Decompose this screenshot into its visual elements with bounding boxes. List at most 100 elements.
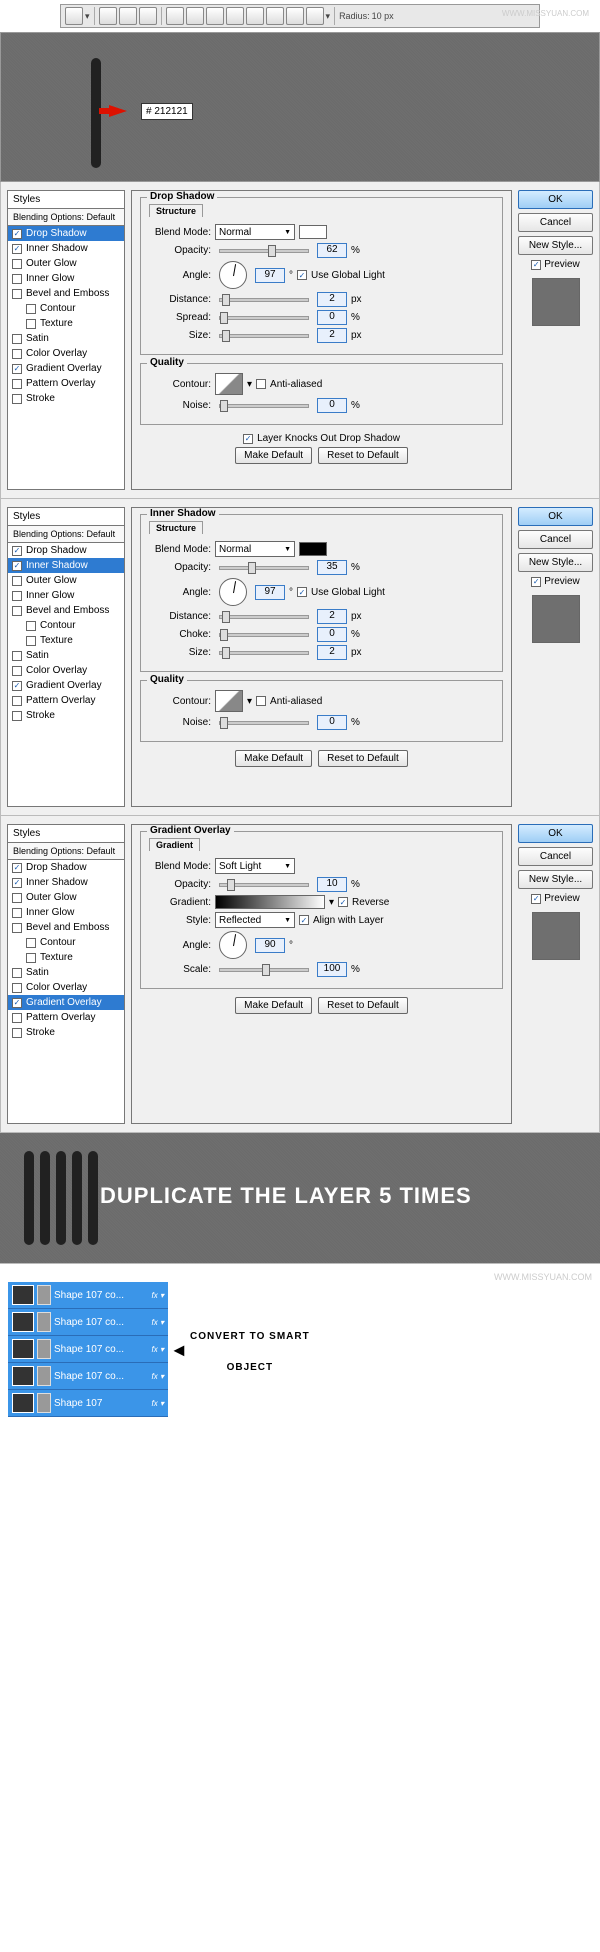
style-checkbox[interactable] bbox=[12, 1013, 22, 1023]
contour-picker[interactable] bbox=[215, 373, 243, 395]
tool-roundrect[interactable] bbox=[119, 7, 137, 25]
style-item-contour[interactable]: Contour bbox=[8, 935, 124, 950]
style-checkbox[interactable] bbox=[12, 259, 22, 269]
fx-badge[interactable]: fx ▾ bbox=[152, 1345, 164, 1354]
cancel-button[interactable]: Cancel bbox=[518, 847, 593, 866]
ok-button[interactable]: OK bbox=[518, 824, 593, 843]
size-slider[interactable] bbox=[219, 334, 309, 338]
style-item-pattern-overlay[interactable]: Pattern Overlay bbox=[8, 693, 124, 708]
style-checkbox[interactable] bbox=[26, 304, 36, 314]
style-checkbox[interactable] bbox=[12, 893, 22, 903]
shape-preset-button[interactable] bbox=[65, 7, 83, 25]
style-checkbox[interactable] bbox=[26, 319, 36, 329]
tool-rect[interactable] bbox=[99, 7, 117, 25]
blend-mode-select[interactable]: Normal▼ bbox=[215, 224, 295, 240]
style-checkbox[interactable] bbox=[12, 274, 22, 284]
style-item-inner-shadow[interactable]: Inner Shadow bbox=[8, 558, 124, 573]
opacity-slider[interactable] bbox=[219, 249, 309, 253]
style-checkbox[interactable] bbox=[12, 666, 22, 676]
gradient-picker[interactable] bbox=[215, 895, 325, 909]
style-item-gradient-overlay[interactable]: Gradient Overlay bbox=[8, 995, 124, 1010]
style-item-stroke[interactable]: Stroke bbox=[8, 708, 124, 723]
tool-roundrect2[interactable] bbox=[226, 7, 244, 25]
blending-options-header[interactable]: Blending Options: Default bbox=[8, 209, 124, 226]
noise-slider[interactable] bbox=[219, 404, 309, 408]
align-checkbox[interactable] bbox=[299, 915, 309, 925]
preview-checkbox[interactable] bbox=[531, 260, 541, 270]
style-item-inner-glow[interactable]: Inner Glow bbox=[8, 271, 124, 286]
distance-slider[interactable] bbox=[219, 298, 309, 302]
style-item-drop-shadow[interactable]: Drop Shadow bbox=[8, 543, 124, 558]
style-item-satin[interactable]: Satin bbox=[8, 965, 124, 980]
style-item-inner-glow[interactable]: Inner Glow bbox=[8, 588, 124, 603]
style-checkbox[interactable] bbox=[12, 591, 22, 601]
angle-dial[interactable] bbox=[219, 261, 247, 289]
style-item-stroke[interactable]: Stroke bbox=[8, 1025, 124, 1040]
new-style-button[interactable]: New Style... bbox=[518, 870, 593, 889]
new-style-button[interactable]: New Style... bbox=[518, 236, 593, 255]
styles-tab[interactable]: Styles bbox=[8, 191, 124, 209]
tool-line[interactable] bbox=[286, 7, 304, 25]
style-item-satin[interactable]: Satin bbox=[8, 331, 124, 346]
ok-button[interactable]: OK bbox=[518, 190, 593, 209]
layer-row[interactable]: Shape 107fx ▾ bbox=[8, 1390, 168, 1417]
style-checkbox[interactable] bbox=[12, 983, 22, 993]
style-item-gradient-overlay[interactable]: Gradient Overlay bbox=[8, 678, 124, 693]
tool-ellipse[interactable] bbox=[246, 7, 264, 25]
style-item-drop-shadow[interactable]: Drop Shadow bbox=[8, 226, 124, 241]
style-checkbox[interactable] bbox=[26, 953, 36, 963]
style-item-outer-glow[interactable]: Outer Glow bbox=[8, 890, 124, 905]
layer-row[interactable]: Shape 107 co...fx ▾ bbox=[8, 1282, 168, 1309]
blend-mode-select[interactable]: Soft Light▼ bbox=[215, 858, 295, 874]
shadow-color-swatch[interactable] bbox=[299, 225, 327, 239]
style-checkbox[interactable] bbox=[12, 379, 22, 389]
style-item-pattern-overlay[interactable]: Pattern Overlay bbox=[8, 1010, 124, 1025]
color-hex-field[interactable]: # 212121 bbox=[141, 103, 193, 120]
blend-mode-select[interactable]: Normal▼ bbox=[215, 541, 295, 557]
style-checkbox[interactable] bbox=[12, 394, 22, 404]
gradient-style-select[interactable]: Reflected▼ bbox=[215, 912, 295, 928]
reset-default-button[interactable]: Reset to Default bbox=[318, 750, 408, 767]
style-checkbox[interactable] bbox=[12, 364, 22, 374]
style-checkbox[interactable] bbox=[12, 561, 22, 571]
layer-row[interactable]: Shape 107 co...fx ▾ bbox=[8, 1363, 168, 1390]
angle-dial[interactable] bbox=[219, 578, 247, 606]
make-default-button[interactable]: Make Default bbox=[235, 447, 312, 464]
knockout-checkbox[interactable] bbox=[243, 434, 253, 444]
fx-badge[interactable]: fx ▾ bbox=[152, 1399, 164, 1408]
new-style-button[interactable]: New Style... bbox=[518, 553, 593, 572]
style-checkbox[interactable] bbox=[12, 1028, 22, 1038]
style-checkbox[interactable] bbox=[12, 998, 22, 1008]
anti-aliased-checkbox[interactable] bbox=[256, 379, 266, 389]
angle-value[interactable]: 97 bbox=[255, 268, 285, 283]
style-item-color-overlay[interactable]: Color Overlay bbox=[8, 663, 124, 678]
style-item-inner-shadow[interactable]: Inner Shadow bbox=[8, 241, 124, 256]
fx-badge[interactable]: fx ▾ bbox=[152, 1291, 164, 1300]
style-checkbox[interactable] bbox=[12, 334, 22, 344]
style-item-outer-glow[interactable]: Outer Glow bbox=[8, 256, 124, 271]
ok-button[interactable]: OK bbox=[518, 507, 593, 526]
style-item-pattern-overlay[interactable]: Pattern Overlay bbox=[8, 376, 124, 391]
style-item-gradient-overlay[interactable]: Gradient Overlay bbox=[8, 361, 124, 376]
layer-row[interactable]: Shape 107 co...fx ▾ bbox=[8, 1336, 168, 1363]
style-item-contour[interactable]: Contour bbox=[8, 301, 124, 316]
spread-slider[interactable] bbox=[219, 316, 309, 320]
style-item-inner-glow[interactable]: Inner Glow bbox=[8, 905, 124, 920]
style-item-bevel-and-emboss[interactable]: Bevel and Emboss bbox=[8, 286, 124, 301]
style-checkbox[interactable] bbox=[12, 229, 22, 239]
style-checkbox[interactable] bbox=[12, 244, 22, 254]
style-checkbox[interactable] bbox=[12, 696, 22, 706]
style-item-bevel-and-emboss[interactable]: Bevel and Emboss bbox=[8, 920, 124, 935]
tool-polygon[interactable] bbox=[266, 7, 284, 25]
contour-picker[interactable] bbox=[215, 690, 243, 712]
fx-badge[interactable]: fx ▾ bbox=[152, 1372, 164, 1381]
style-item-texture[interactable]: Texture bbox=[8, 633, 124, 648]
style-item-outer-glow[interactable]: Outer Glow bbox=[8, 573, 124, 588]
style-item-satin[interactable]: Satin bbox=[8, 648, 124, 663]
style-checkbox[interactable] bbox=[12, 878, 22, 888]
style-item-contour[interactable]: Contour bbox=[8, 618, 124, 633]
style-checkbox[interactable] bbox=[12, 651, 22, 661]
style-checkbox[interactable] bbox=[12, 681, 22, 691]
style-item-inner-shadow[interactable]: Inner Shadow bbox=[8, 875, 124, 890]
tool-pen[interactable] bbox=[166, 7, 184, 25]
